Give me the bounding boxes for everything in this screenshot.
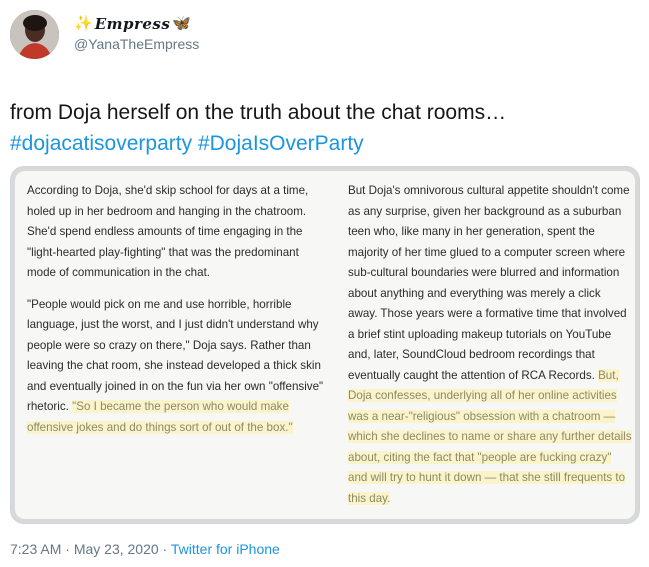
article-left-column: According to Doja, she'd skip school for… bbox=[27, 181, 331, 449]
hashtag-link[interactable]: #dojacatisoverparty bbox=[10, 132, 192, 155]
butterfly-emoji: 🦋 bbox=[172, 15, 192, 32]
sparkles-emoji: ✨ bbox=[74, 15, 93, 32]
article-paragraph: According to Doja, she'd skip school for… bbox=[27, 184, 309, 279]
tweet-source-link[interactable]: Twitter for iPhone bbox=[171, 541, 280, 557]
article-screenshot: According to Doja, she'd skip school for… bbox=[15, 171, 635, 519]
article-text: "People would pick on me and use horribl… bbox=[27, 297, 324, 414]
hashtag-link[interactable]: #DojaIsOverParty bbox=[198, 132, 364, 155]
user-info[interactable]: ✨ Empress 🦋 @YanaTheEmpress bbox=[74, 14, 199, 53]
user-handle[interactable]: @YanaTheEmpress bbox=[74, 35, 199, 53]
article-right-column: But Doja's omnivorous cultural appetite … bbox=[348, 181, 633, 520]
article-paragraph: But Doja's omnivorous cultural appetite … bbox=[348, 181, 633, 509]
tweet-text: from Doja herself on the truth about the… bbox=[10, 97, 640, 159]
highlighted-text: But, Doja confesses, underlying all of h… bbox=[348, 368, 632, 505]
display-name-text: Empress bbox=[94, 15, 171, 33]
avatar[interactable] bbox=[10, 10, 59, 59]
tweet-time[interactable]: 7:23 AM bbox=[10, 541, 61, 557]
tweet-body: from Doja herself on the truth about the… bbox=[10, 101, 507, 124]
display-name[interactable]: ✨ Empress 🦋 bbox=[74, 14, 199, 34]
tweet-image[interactable]: According to Doja, she'd skip school for… bbox=[10, 166, 640, 524]
article-text: But Doja's omnivorous cultural appetite … bbox=[348, 184, 630, 382]
tweet-meta: 7:23 AM · May 23, 2020 · Twitter for iPh… bbox=[10, 541, 280, 557]
meta-separator: · bbox=[61, 541, 74, 557]
meta-separator: · bbox=[158, 541, 171, 557]
tweet-date[interactable]: May 23, 2020 bbox=[74, 541, 159, 557]
article-paragraph: "People would pick on me and use horribl… bbox=[27, 295, 331, 439]
